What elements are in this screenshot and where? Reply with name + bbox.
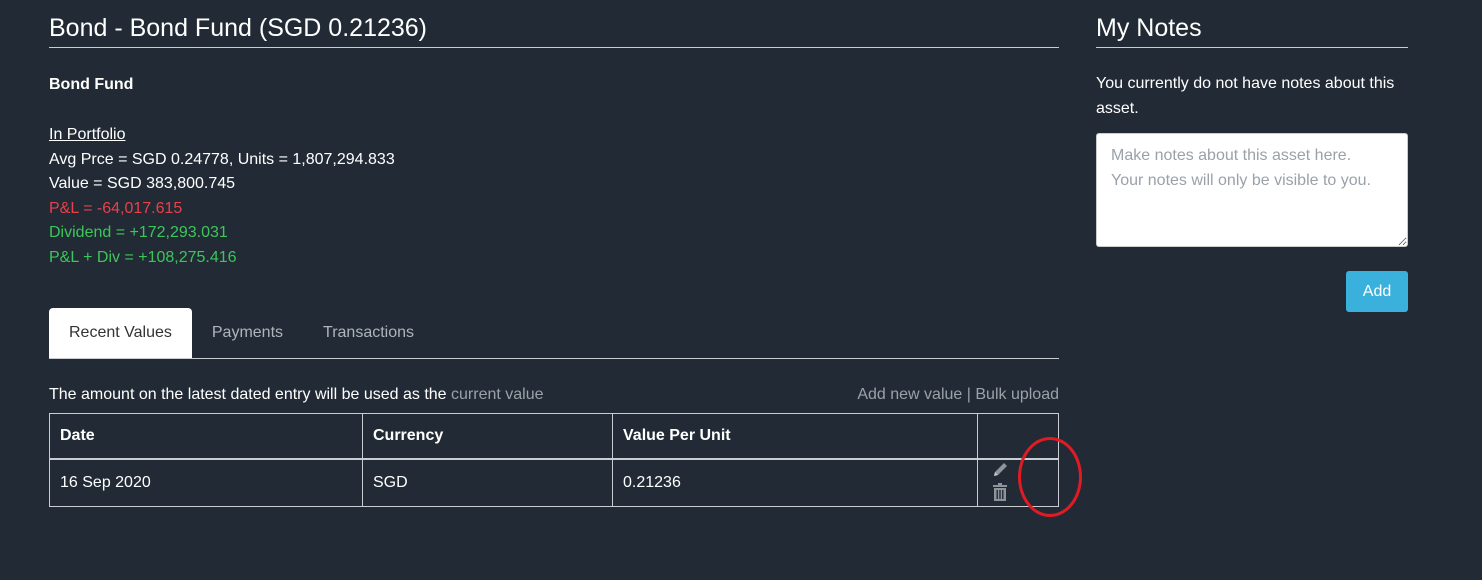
in-portfolio-label: In Portfolio bbox=[49, 126, 126, 143]
tab-bar: Recent Values Payments Transactions bbox=[49, 308, 1059, 359]
hint-text: The amount on the latest dated entry wil… bbox=[49, 386, 452, 403]
notes-panel: My Notes You currently do not have notes… bbox=[1096, 12, 1408, 312]
tab-transactions[interactable]: Transactions bbox=[303, 308, 434, 358]
current-value-link[interactable]: current value bbox=[451, 386, 544, 403]
notes-textarea[interactable] bbox=[1096, 133, 1408, 247]
add-note-button[interactable]: Add bbox=[1346, 271, 1408, 312]
pl-value: P&L = -64,017.615 bbox=[49, 199, 183, 217]
row-currency: SGD bbox=[362, 458, 613, 507]
value-actions: Add new value | Bulk upload bbox=[857, 384, 1059, 406]
tab-payments[interactable]: Payments bbox=[192, 308, 303, 358]
portfolio-value: Value = SGD 383,800.745 bbox=[49, 175, 236, 192]
pl-plus-dividend: P&L + Div = +108,275.416 bbox=[49, 248, 237, 266]
values-toolbar: The amount on the latest dated entry wil… bbox=[49, 384, 1059, 406]
row-actions bbox=[977, 458, 1059, 507]
date-column-header: Date bbox=[49, 413, 363, 460]
link-separator: | bbox=[966, 386, 971, 403]
bulk-upload-link[interactable]: Bulk upload bbox=[975, 386, 1059, 403]
pencil-icon[interactable] bbox=[992, 460, 1010, 483]
currency-column-header: Currency bbox=[362, 413, 613, 460]
row-value-per-unit: 0.21236 bbox=[612, 458, 978, 507]
actions-column-header bbox=[977, 413, 1059, 460]
trash-icon[interactable] bbox=[992, 483, 1008, 506]
recent-values-table: Date Currency Value Per Unit 16 Sep 2020… bbox=[49, 413, 1059, 507]
value-per-unit-column-header: Value Per Unit bbox=[612, 413, 978, 460]
notes-title: My Notes bbox=[1096, 12, 1408, 48]
dividend-value: Dividend = +172,293.031 bbox=[49, 224, 228, 241]
row-date: 16 Sep 2020 bbox=[49, 458, 363, 507]
asset-main-panel: Bond - Bond Fund (SGD 0.21236) Bond Fund… bbox=[49, 12, 1059, 507]
page-title: Bond - Bond Fund (SGD 0.21236) bbox=[49, 12, 1059, 48]
table-row: 16 Sep 2020 SGD 0.21236 bbox=[49, 458, 1059, 507]
table-header-row: Date Currency Value Per Unit bbox=[49, 413, 1059, 460]
avg-price-units: Avg Prce = SGD 0.24778, Units = 1,807,29… bbox=[49, 150, 395, 168]
current-value-hint: The amount on the latest dated entry wil… bbox=[49, 384, 544, 406]
portfolio-summary: In Portfolio Avg Prce = SGD 0.24778, Uni… bbox=[49, 123, 1059, 270]
notes-empty-message: You currently do not have notes about th… bbox=[1096, 75, 1395, 117]
add-new-value-link[interactable]: Add new value bbox=[857, 386, 962, 403]
fund-name: Bond Fund bbox=[49, 76, 134, 93]
tab-recent-values[interactable]: Recent Values bbox=[49, 308, 192, 358]
